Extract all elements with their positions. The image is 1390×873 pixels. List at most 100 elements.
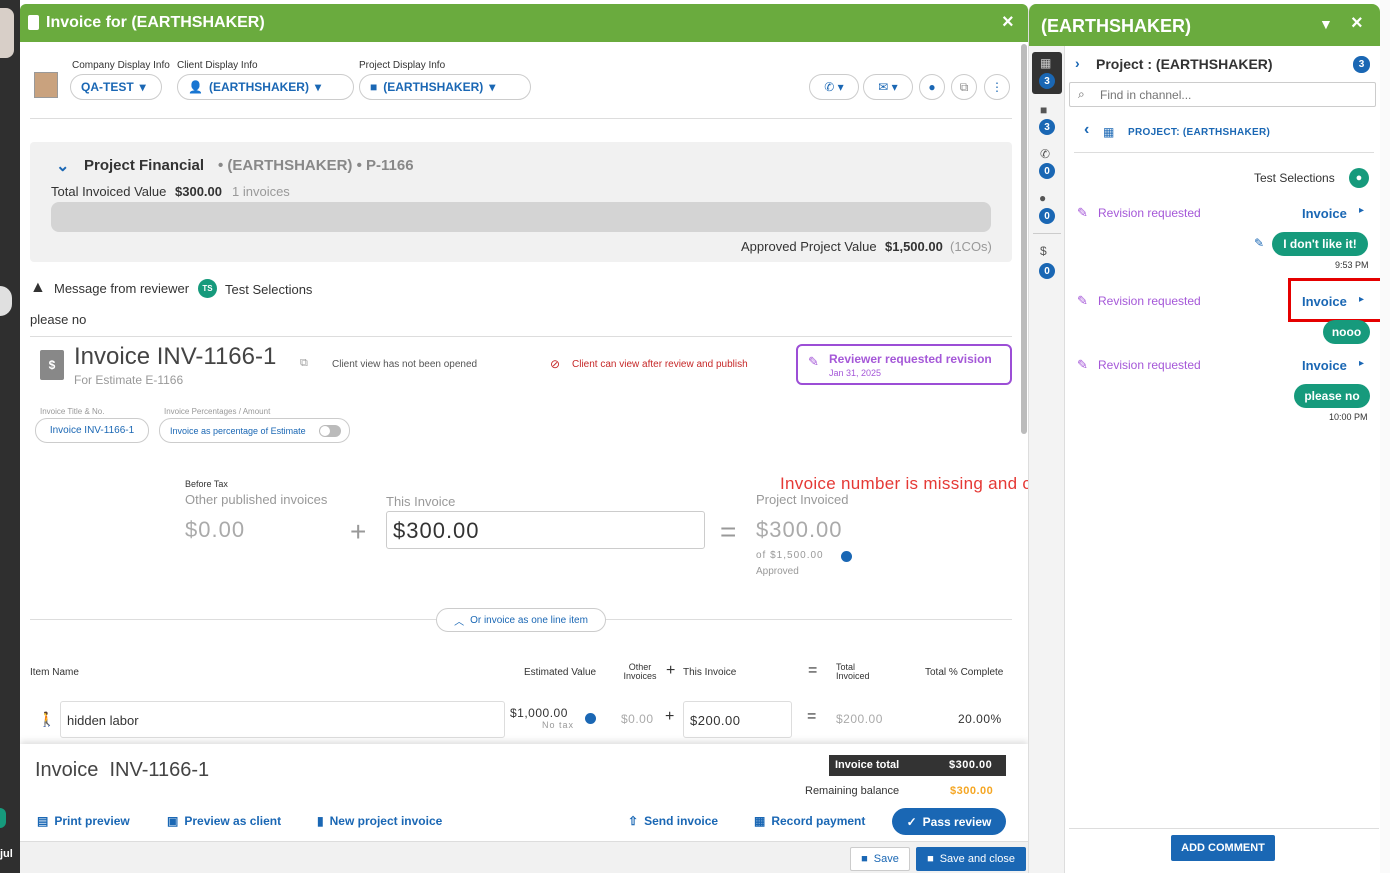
channel-search[interactable]: ⌕ bbox=[1069, 82, 1376, 107]
dollar-hand-icon: $ bbox=[1040, 244, 1047, 258]
project-heading: Project : (EARTHSHAKER) bbox=[1096, 56, 1273, 72]
preview-icon: ▣ bbox=[167, 814, 179, 828]
chat-button[interactable]: ● bbox=[919, 74, 945, 100]
item-name-input[interactable]: hidden labor bbox=[60, 701, 505, 738]
annotation-text: Invoice number is missing and can not op… bbox=[780, 474, 1028, 493]
sidebar-item-projects[interactable]: ▦ 3 bbox=[1032, 52, 1062, 94]
modal-close-button[interactable]: × bbox=[1002, 11, 1014, 34]
caret-right-icon: ▸ bbox=[1359, 358, 1365, 369]
company-select-value: QA-TEST bbox=[81, 80, 134, 94]
invoice-link[interactable]: Invoice bbox=[1302, 206, 1347, 221]
for-estimate: For Estimate E-1166 bbox=[74, 373, 184, 387]
equals-sign: = bbox=[720, 516, 737, 547]
client-select-value: (EARTHSHAKER) bbox=[208, 80, 309, 94]
col-other-invoices: Other Invoices bbox=[623, 662, 657, 681]
background-avatar bbox=[0, 8, 14, 58]
modal-title: Invoice for (EARTHSHAKER) bbox=[46, 14, 265, 31]
message-label: Message from reviewer bbox=[54, 281, 190, 296]
financial-title: Project Financial bbox=[84, 157, 205, 174]
project-select-value: (EARTHSHAKER) bbox=[383, 80, 484, 94]
author-avatar-icon: ● bbox=[1349, 168, 1369, 188]
author-name: Test Selections bbox=[1254, 171, 1335, 185]
record-payment-button[interactable]: ▦ Record payment bbox=[754, 814, 865, 828]
equals-sign: = bbox=[808, 662, 818, 679]
before-tax-label: Before Tax bbox=[185, 479, 228, 489]
chevron-right-icon[interactable]: › bbox=[1075, 55, 1080, 71]
company-logo bbox=[34, 72, 58, 98]
save-button[interactable]: ■ Save bbox=[850, 847, 910, 871]
chevron-down-icon[interactable]: ▼ bbox=[1319, 16, 1333, 32]
copy-button[interactable]: ⧉ bbox=[951, 74, 977, 100]
panel-header: (EARTHSHAKER) ▼ × bbox=[1029, 4, 1380, 46]
divider bbox=[30, 336, 1012, 337]
copy-icon: ⧉ bbox=[959, 79, 969, 94]
project-count-badge: 3 bbox=[1353, 56, 1370, 73]
total-invoiced-label: Total Invoiced Value bbox=[51, 184, 167, 199]
pass-review-button[interactable]: ✓ Pass review bbox=[892, 808, 1006, 835]
invoice-title-field[interactable]: Invoice INV-1166-1 bbox=[35, 418, 149, 443]
project-select[interactable]: ■ (EARTHSHAKER) ▾ bbox=[359, 74, 531, 100]
percentage-toggle[interactable] bbox=[319, 425, 341, 437]
remaining-balance-value: $300.00 bbox=[950, 785, 994, 797]
background-dot bbox=[0, 808, 6, 828]
eye-off-icon: ⊘ bbox=[550, 357, 561, 371]
save-and-close-button[interactable]: ■ Save and close bbox=[916, 847, 1026, 871]
scrollbar-thumb[interactable] bbox=[1021, 44, 1027, 434]
preview-as-client-button[interactable]: ▣ Preview as client bbox=[167, 814, 281, 828]
chevron-down-icon: ▾ bbox=[314, 80, 321, 94]
back-chevron-icon[interactable]: ‹ bbox=[1084, 121, 1089, 139]
payments-count-badge[interactable]: 0 bbox=[1039, 263, 1055, 279]
plus-sign: + bbox=[666, 662, 676, 679]
collapse-chevron-icon[interactable]: ⌄ bbox=[56, 156, 69, 176]
more-button[interactable]: ⋮ bbox=[984, 74, 1010, 100]
send-invoice-label: Send invoice bbox=[644, 814, 719, 828]
print-preview-button[interactable]: ▤ Print preview bbox=[37, 814, 130, 828]
channel-name: PROJECT: (EARTHSHAKER) bbox=[1128, 127, 1271, 138]
review-status-badge: ✎ Reviewer requested revision Jan 31, 20… bbox=[796, 344, 1012, 385]
approved-label: Approved Project Value bbox=[741, 239, 877, 254]
invoice-link[interactable]: Invoice bbox=[1302, 294, 1347, 309]
record-payment-label: Record payment bbox=[771, 814, 866, 828]
invoice-total-box: Invoice total $300.00 bbox=[829, 755, 1006, 776]
approved-caption: Approved bbox=[756, 566, 799, 577]
info-arrow-icon[interactable] bbox=[841, 551, 852, 562]
copy-icon[interactable]: ⧉ bbox=[300, 357, 308, 370]
financial-subtitle: • (EARTHSHAKER) • P-1166 bbox=[218, 157, 414, 174]
add-comment-button[interactable]: ADD COMMENT bbox=[1171, 835, 1275, 861]
search-input[interactable] bbox=[1100, 86, 1360, 104]
client-select[interactable]: 👤 (EARTHSHAKER) ▾ bbox=[177, 74, 354, 100]
revision-label: Revision requested bbox=[1098, 358, 1201, 372]
item-total-value: $200.00 bbox=[836, 712, 883, 726]
item-this-invoice-input[interactable]: $200.00 bbox=[683, 701, 792, 738]
col-total-complete: Total % Complete bbox=[925, 667, 1004, 678]
one-line-item-button[interactable]: ︿ Or invoice as one line item bbox=[436, 608, 606, 632]
background-right bbox=[1380, 0, 1390, 873]
invoice-link[interactable]: Invoice bbox=[1302, 358, 1347, 373]
panel-close-button[interactable]: × bbox=[1351, 12, 1363, 35]
other-invoices-value: $0.00 bbox=[185, 517, 246, 542]
invoice-percentage-toggle-field[interactable]: Invoice as percentage of Estimate bbox=[159, 418, 350, 443]
new-project-invoice-button[interactable]: ▮ New project invoice bbox=[317, 814, 442, 828]
folder-count-badge[interactable]: 3 bbox=[1039, 119, 1055, 135]
project-invoiced-label: Project Invoiced bbox=[756, 492, 849, 507]
edit-icon[interactable]: ✎ bbox=[1254, 236, 1264, 250]
calls-count-badge[interactable]: 0 bbox=[1039, 163, 1055, 179]
arrow-right-icon[interactable] bbox=[585, 713, 596, 724]
change-orders-count: (1COs) bbox=[950, 239, 992, 254]
item-pct-value: 20.00% bbox=[958, 712, 1002, 726]
this-invoice-input[interactable]: $300.00 bbox=[386, 511, 705, 549]
phone-icon: ✆ ▾ bbox=[824, 80, 844, 94]
chat-count-badge[interactable]: 0 bbox=[1039, 208, 1055, 224]
pass-review-label: Pass review bbox=[922, 814, 992, 829]
approved-value: $1,500.00 bbox=[885, 239, 943, 254]
background-circle bbox=[0, 286, 12, 316]
save-icon: ■ bbox=[927, 853, 934, 865]
phone-menu-button[interactable]: ✆ ▾ bbox=[809, 74, 859, 100]
comment-bubble: I don't like it! bbox=[1272, 232, 1368, 256]
col-estimated-value: Estimated Value bbox=[524, 667, 597, 678]
send-invoice-button[interactable]: ⇧ Send invoice bbox=[628, 814, 718, 828]
email-menu-button[interactable]: ✉ ▾ bbox=[863, 74, 913, 100]
client-display-label: Client Display Info bbox=[177, 60, 258, 71]
reviewer-avatar: TS bbox=[198, 279, 217, 298]
company-select[interactable]: QA-TEST ▾ bbox=[70, 74, 162, 100]
